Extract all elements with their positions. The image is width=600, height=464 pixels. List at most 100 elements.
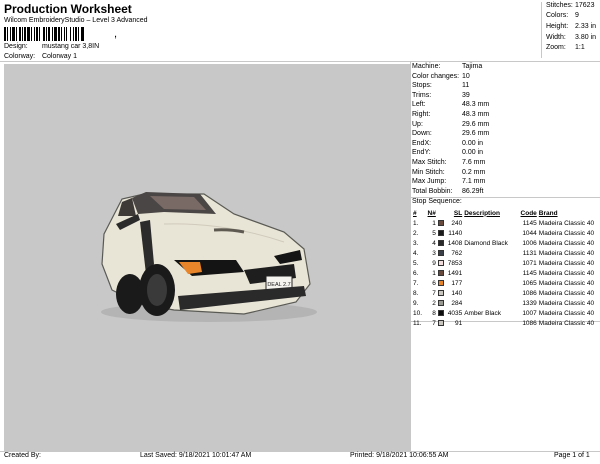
- color-swatch: [437, 258, 446, 268]
- color-swatch: [437, 308, 446, 318]
- stop-number: 1.: [413, 219, 419, 227]
- car-embroidery-image: DEAL 2.7: [101, 192, 317, 322]
- width-row: Width: 3.80 in: [546, 34, 596, 41]
- height-label: Height:: [546, 23, 569, 30]
- zoom-row: Zoom: 1:1: [546, 44, 585, 51]
- info-label: Color changes:: [412, 72, 460, 80]
- zoom-value: 1:1: [575, 44, 585, 51]
- barcode-bar: [58, 27, 60, 41]
- stop-sequence-table: # N# SL Description Code Brand 1. 1 240 114…: [412, 208, 600, 328]
- table-row: 10. 8 4035 Amber Black 1007 Madeira Classic 4…: [412, 308, 600, 318]
- info-row: EndX: 0.00 in: [412, 140, 483, 147]
- thread-brand: Madeira Classic 40: [538, 309, 595, 317]
- design-preview: DEAL 2.7: [4, 64, 410, 452]
- barcode-bar: [54, 27, 57, 41]
- stitches-label: Stitches:: [546, 2, 573, 9]
- thread-code: 1086: [522, 289, 537, 297]
- barcode-bar: [19, 27, 21, 41]
- thread-description: [463, 318, 515, 328]
- thread-code: 1086: [522, 319, 537, 327]
- stitch-length: 177: [451, 279, 463, 287]
- info-label: Down:: [412, 130, 432, 138]
- barcode-bar: [22, 27, 23, 41]
- stop-number: 6.: [413, 269, 419, 277]
- barcode-bar: [52, 27, 53, 41]
- stitch-length: 1140: [448, 229, 463, 237]
- color-swatch: [437, 228, 446, 238]
- color-swatch: [437, 278, 446, 288]
- barcode-bar: [16, 27, 17, 41]
- barcode-bar: [7, 27, 8, 41]
- info-row: Right: 48.3 mm: [412, 111, 489, 118]
- thread-description: Diamond Black: [464, 239, 508, 247]
- thread-brand: Madeira Classic 40: [538, 289, 595, 297]
- col-brand: Brand: [538, 209, 558, 217]
- design-stats: Stitches: 17623 Colors: 9 Height: 2.33 in W…: [541, 2, 599, 58]
- thread-brand: Madeira Classic 40: [538, 269, 595, 277]
- barcode-tail: ,: [114, 28, 118, 40]
- barcode: [4, 27, 84, 41]
- table-row: 9. 2 284 1339 Madeira Classic 40: [412, 298, 600, 308]
- stop-number: 4.: [413, 249, 419, 257]
- info-label: Total Bobbin:: [412, 187, 453, 195]
- stop-number: 8.: [413, 289, 419, 297]
- color-swatch: [437, 218, 446, 228]
- stitch-length: 91: [454, 319, 463, 327]
- info-row: Down: 29.6 mm: [412, 130, 489, 137]
- thread-description: [463, 258, 515, 268]
- thread-brand: Madeira Classic 40: [538, 229, 595, 237]
- color-swatch: [437, 318, 446, 328]
- table-row: 7. 6 177 1065 Madeira Classic 40: [412, 278, 600, 288]
- thread-brand: Madeira Classic 40: [538, 239, 595, 247]
- colors-label: Colors:: [546, 12, 569, 19]
- width-value: 3.80 in: [575, 34, 597, 41]
- thread-code: 1006: [522, 239, 537, 247]
- stitch-length: 762: [451, 249, 463, 257]
- info-label: Left:: [412, 101, 426, 109]
- info-label: EndX:: [412, 139, 432, 147]
- stitches-value: 17623: [575, 2, 595, 9]
- info-label: Up:: [412, 120, 423, 128]
- thread-color-swatch: [437, 229, 444, 236]
- color-swatch: [437, 248, 446, 258]
- info-row: EndY: 0.00 in: [412, 149, 483, 156]
- colorway-row: Colorway: Colorway 1: [4, 53, 77, 60]
- thread-code: 1145: [522, 219, 537, 227]
- barcode-bar: [46, 27, 47, 41]
- info-label: Max Stitch:: [412, 159, 447, 166]
- stop-number: 2.: [413, 229, 419, 237]
- info-label: Trims:: [412, 91, 432, 99]
- thread-description: [463, 298, 515, 308]
- thread-brand: Madeira Classic 40: [538, 259, 595, 267]
- info-row: Machine: Tajima: [412, 63, 482, 70]
- info-value: Tajima: [462, 63, 483, 70]
- info-row: Up: 29.6 mm: [412, 121, 489, 128]
- thread-brand: Madeira Classic 40: [538, 299, 595, 307]
- stop-number: 10.: [413, 309, 423, 317]
- license-plate-text: DEAL 2.7: [267, 282, 290, 288]
- table-row: 2. 5 1140 1044 Madeira Classic 40: [412, 228, 600, 238]
- info-label: Machine:: [412, 63, 441, 70]
- thread-code: 1145: [522, 269, 537, 277]
- color-swatch: [437, 238, 446, 248]
- preview-divider: [410, 61, 411, 451]
- info-value: 29.6 mm: [462, 120, 490, 128]
- needle-number: 4: [432, 239, 436, 247]
- table-row: 11. 7 91 1086 Madeira Classic 40: [412, 318, 600, 328]
- page-number: Page 1 of 1: [554, 452, 590, 459]
- page-title: Production Worksheet: [4, 2, 132, 16]
- thread-color-swatch: [437, 219, 444, 226]
- info-value: 39: [462, 91, 470, 99]
- thread-description: [463, 248, 515, 258]
- info-value: 0.00 in: [462, 139, 484, 147]
- stop-number: 9.: [413, 299, 419, 307]
- colorway-label: Colorway:: [4, 53, 36, 60]
- thread-color-swatch: [437, 269, 444, 276]
- info-value: 7.6 mm: [462, 159, 486, 166]
- table-row: 5. 9 7853 1071 Madeira Classic 40: [412, 258, 600, 268]
- barcode-bar: [75, 27, 77, 41]
- info-value: 48.3 mm: [462, 101, 490, 109]
- needle-number: 2: [432, 299, 436, 307]
- thread-brand: Madeira Classic 40: [538, 319, 595, 327]
- col-description: Description: [464, 209, 500, 217]
